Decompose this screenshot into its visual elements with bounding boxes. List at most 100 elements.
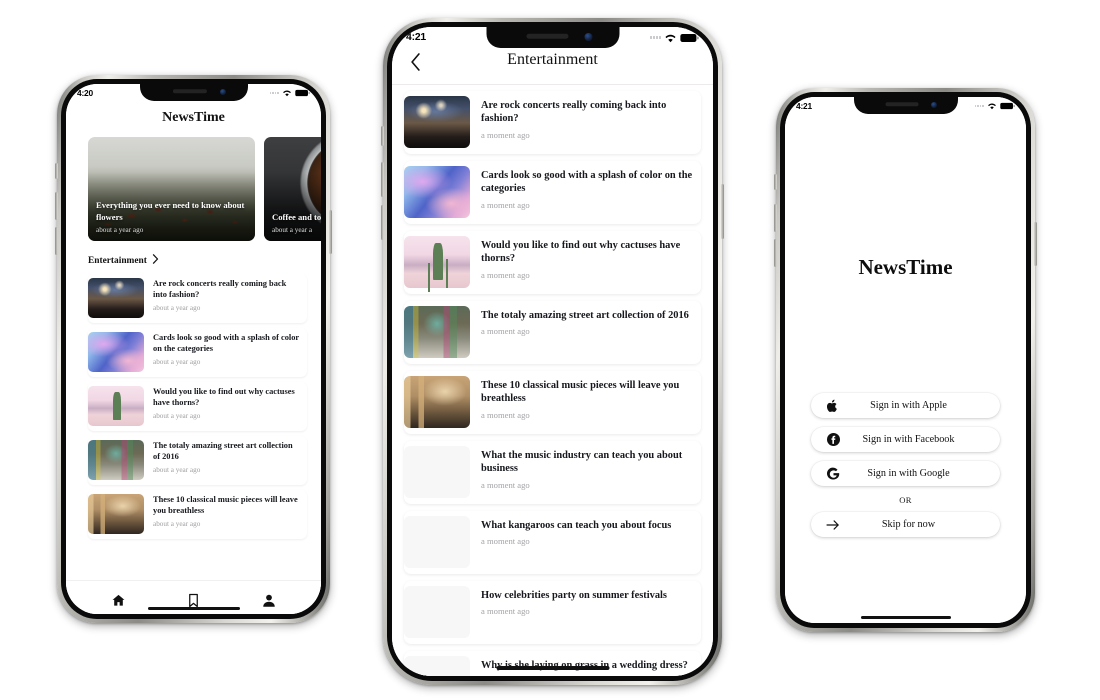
article-thumbnail-placeholder: [404, 516, 470, 568]
article-list[interactable]: Are rock concerts really coming back int…: [66, 274, 321, 580]
article-date: a moment ago: [481, 269, 530, 280]
screenshot-stage: 4:20 NewsTime Everything you ever need t…: [0, 0, 1100, 700]
skip-for-now-button[interactable]: Skip for now: [811, 512, 1000, 537]
article-title: What the music industry can teach you ab…: [481, 450, 683, 475]
volume-down-button[interactable]: [381, 205, 384, 240]
article-thumbnail: [404, 306, 470, 358]
article-title: How celebrities party on summer festival…: [481, 590, 667, 601]
article-thumbnail: [88, 278, 144, 318]
article-date: a moment ago: [481, 409, 530, 420]
volume-down-button[interactable]: [774, 239, 777, 267]
volume-up-button[interactable]: [774, 204, 777, 232]
article-date: a moment ago: [481, 199, 530, 210]
sign-in-with-apple-button[interactable]: Sign in with Apple: [811, 393, 1000, 418]
list-item[interactable]: Cards look so good with a splash of colo…: [88, 328, 307, 377]
silent-switch[interactable]: [774, 174, 777, 190]
article-date: a moment ago: [481, 326, 530, 337]
article-date: about a year ago: [153, 411, 201, 420]
apple-icon: [826, 399, 840, 413]
status-time: 4:21: [796, 100, 812, 111]
hero-card[interactable]: Coffee and together th about a year a: [264, 137, 321, 241]
list-item[interactable]: How celebrities party on summer festival…: [404, 581, 701, 644]
list-item[interactable]: The totaly amazing street art collection…: [88, 436, 307, 485]
list-item[interactable]: Would you like to find out why cactuses …: [88, 382, 307, 431]
list-item[interactable]: What the music industry can teach you ab…: [404, 441, 701, 504]
battery-icon: [1000, 102, 1015, 110]
wifi-icon: [282, 89, 292, 97]
sign-in-with-facebook-button[interactable]: Sign in with Facebook: [811, 427, 1000, 452]
home-indicator[interactable]: [860, 616, 951, 619]
phone-left-screen: 4:20 NewsTime Everything you ever need t…: [66, 84, 321, 614]
home-indicator[interactable]: [496, 666, 609, 670]
volume-up-button[interactable]: [55, 192, 58, 220]
notch: [139, 84, 248, 101]
list-item[interactable]: These 10 classical music pieces will lea…: [88, 490, 307, 539]
article-thumbnail-placeholder: [404, 586, 470, 638]
article-title: These 10 classical music pieces will lea…: [481, 380, 680, 405]
article-date: about a year ago: [153, 465, 201, 474]
hero-date: about a year a: [272, 226, 313, 234]
person-icon[interactable]: [262, 593, 276, 608]
phone-center-screen: 4:21 Entertainment Are rock concerts rea…: [392, 27, 713, 676]
bookmark-icon[interactable]: [187, 593, 200, 608]
article-date: a moment ago: [481, 606, 530, 617]
page-title: NewsTime: [162, 110, 225, 125]
list-item[interactable]: Would you like to find out why cactuses …: [404, 231, 701, 294]
article-thumbnail-placeholder: [404, 446, 470, 498]
article-date: a moment ago: [481, 129, 530, 140]
earpiece-speaker: [885, 102, 919, 107]
earpiece-speaker: [526, 33, 569, 39]
article-thumbnail: [88, 494, 144, 534]
volume-down-button[interactable]: [55, 227, 58, 255]
silent-switch[interactable]: [381, 126, 384, 146]
front-camera: [219, 89, 226, 95]
list-item[interactable]: Are rock concerts really coming back int…: [404, 91, 701, 154]
list-item[interactable]: Are rock concerts really coming back int…: [88, 274, 307, 323]
list-item[interactable]: Why is she laying on grass in a wedding …: [404, 651, 701, 676]
article-date: a moment ago: [481, 479, 530, 490]
power-button[interactable]: [329, 210, 332, 254]
sign-in-screen: NewsTime Sign in with Apple Sign in with…: [785, 97, 1026, 623]
hero-carousel[interactable]: Everything you ever need to know about f…: [66, 126, 321, 241]
article-title: What kangaroos can teach you about focus: [481, 520, 672, 531]
article-thumbnail: [404, 166, 470, 218]
arrow-right-icon: [826, 518, 840, 532]
facebook-icon: [826, 433, 840, 447]
article-thumbnail: [88, 386, 144, 426]
list-item[interactable]: These 10 classical music pieces will lea…: [404, 371, 701, 434]
article-thumbnail: [88, 332, 144, 372]
auth-button-group: Sign in with Apple Sign in with Facebook…: [811, 393, 1000, 546]
sign-in-with-google-button[interactable]: Sign in with Google: [811, 461, 1000, 486]
section-title: Entertainment: [88, 255, 147, 266]
list-item[interactable]: The totaly amazing street art collection…: [404, 301, 701, 364]
volume-up-button[interactable]: [381, 162, 384, 197]
wifi-icon: [664, 33, 677, 43]
power-button[interactable]: [1034, 222, 1037, 266]
article-thumbnail: [404, 376, 470, 428]
or-divider-label: OR: [899, 495, 912, 505]
article-thumbnail: [404, 96, 470, 148]
google-icon: [826, 467, 840, 481]
front-camera: [584, 33, 592, 41]
article-list[interactable]: Are rock concerts really coming back int…: [392, 85, 713, 676]
notch: [853, 97, 958, 114]
hero-title: Coffee and together th: [272, 211, 321, 222]
article-title: Are rock concerts really coming back int…: [153, 279, 287, 299]
earpiece-speaker: [172, 89, 207, 94]
power-button[interactable]: [721, 184, 724, 239]
hero-title: Everything you ever need to know about f…: [96, 200, 245, 222]
article-thumbnail: [88, 440, 144, 480]
section-header-entertainment[interactable]: Entertainment: [66, 241, 321, 274]
brand-title: NewsTime: [858, 255, 953, 279]
phone-right: 4:21 NewsTime Sign in with Apple Sign in…: [774, 88, 1037, 632]
list-item[interactable]: What kangaroos can teach you about focus…: [404, 511, 701, 574]
phone-left: 4:20 NewsTime Everything you ever need t…: [55, 75, 332, 623]
home-screen: NewsTime Everything you ever need to kno…: [66, 84, 321, 614]
home-icon[interactable]: [111, 593, 126, 608]
silent-switch[interactable]: [55, 163, 58, 179]
list-item[interactable]: Cards look so good with a splash of colo…: [404, 161, 701, 224]
article-title: These 10 classical music pieces will lea…: [153, 495, 298, 515]
article-date: a moment ago: [481, 536, 530, 547]
home-indicator[interactable]: [147, 607, 240, 610]
hero-card[interactable]: Everything you ever need to know about f…: [88, 137, 255, 241]
